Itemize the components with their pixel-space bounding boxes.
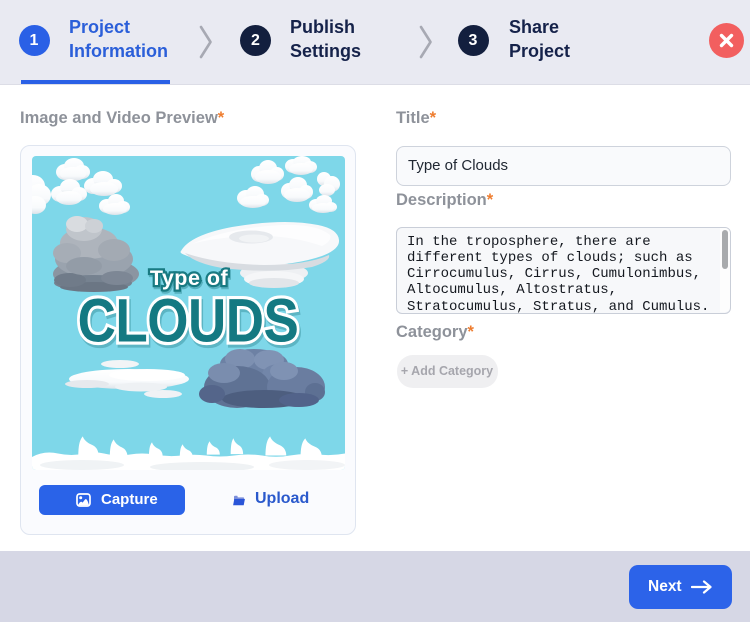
svg-text:CLOUDS: CLOUDS xyxy=(78,287,299,355)
